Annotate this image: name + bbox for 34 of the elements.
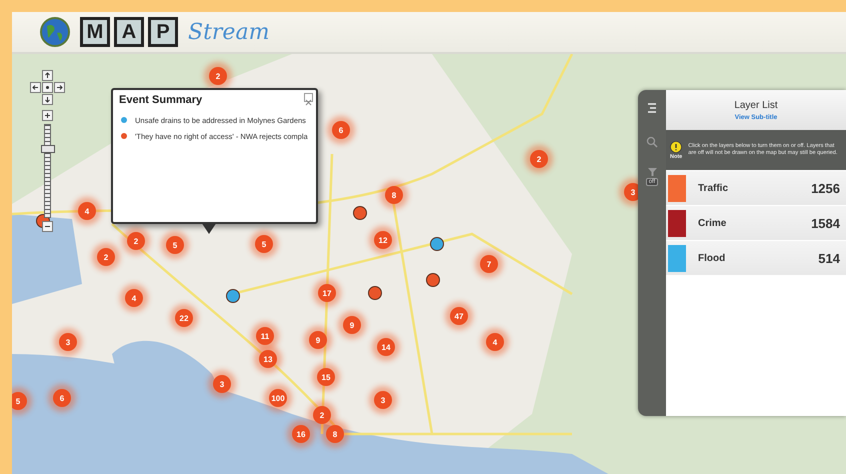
zoom-slider-thumb[interactable] <box>41 145 55 153</box>
popup-title: Event Summary <box>119 94 204 106</box>
logo-script: Stream <box>188 20 270 44</box>
pan-right-button[interactable] <box>54 82 65 93</box>
logo-letter: P <box>148 17 178 47</box>
pan-down-button[interactable] <box>42 94 53 105</box>
arrow-up-icon <box>44 72 51 79</box>
layer-row[interactable]: Traffic 1256 <box>666 171 846 205</box>
zoom-in-button[interactable] <box>42 110 53 121</box>
layer-count: 1584 <box>811 216 840 230</box>
layer-count: 514 <box>818 250 840 266</box>
layer-name: Crime <box>698 218 728 228</box>
arrow-right-icon <box>56 84 63 91</box>
pan-left-button[interactable] <box>30 82 41 93</box>
warning-icon <box>670 140 682 152</box>
filter-icon <box>646 166 658 176</box>
layer-row[interactable]: Crime 1584 <box>666 206 846 240</box>
logo-letter: M <box>80 17 110 47</box>
search-icon <box>646 136 658 148</box>
plus-icon <box>44 112 51 119</box>
pan-center-button[interactable] <box>42 82 53 93</box>
layer-name: Flood <box>698 252 726 264</box>
panel-title: Layer List <box>734 100 778 110</box>
layer-count: 1256 <box>811 180 840 196</box>
layer-name: Traffic <box>698 182 730 194</box>
layer-row[interactable]: Flood 514 <box>666 241 846 275</box>
arrow-left-icon <box>32 84 39 91</box>
globe-logo-icon <box>40 17 70 47</box>
menu-icon <box>647 102 657 114</box>
pan-up-button[interactable] <box>42 70 53 81</box>
arrow-down-icon <box>44 96 51 103</box>
center-icon <box>44 84 51 91</box>
close-icon <box>305 99 312 106</box>
logo-letter: A <box>114 17 144 47</box>
